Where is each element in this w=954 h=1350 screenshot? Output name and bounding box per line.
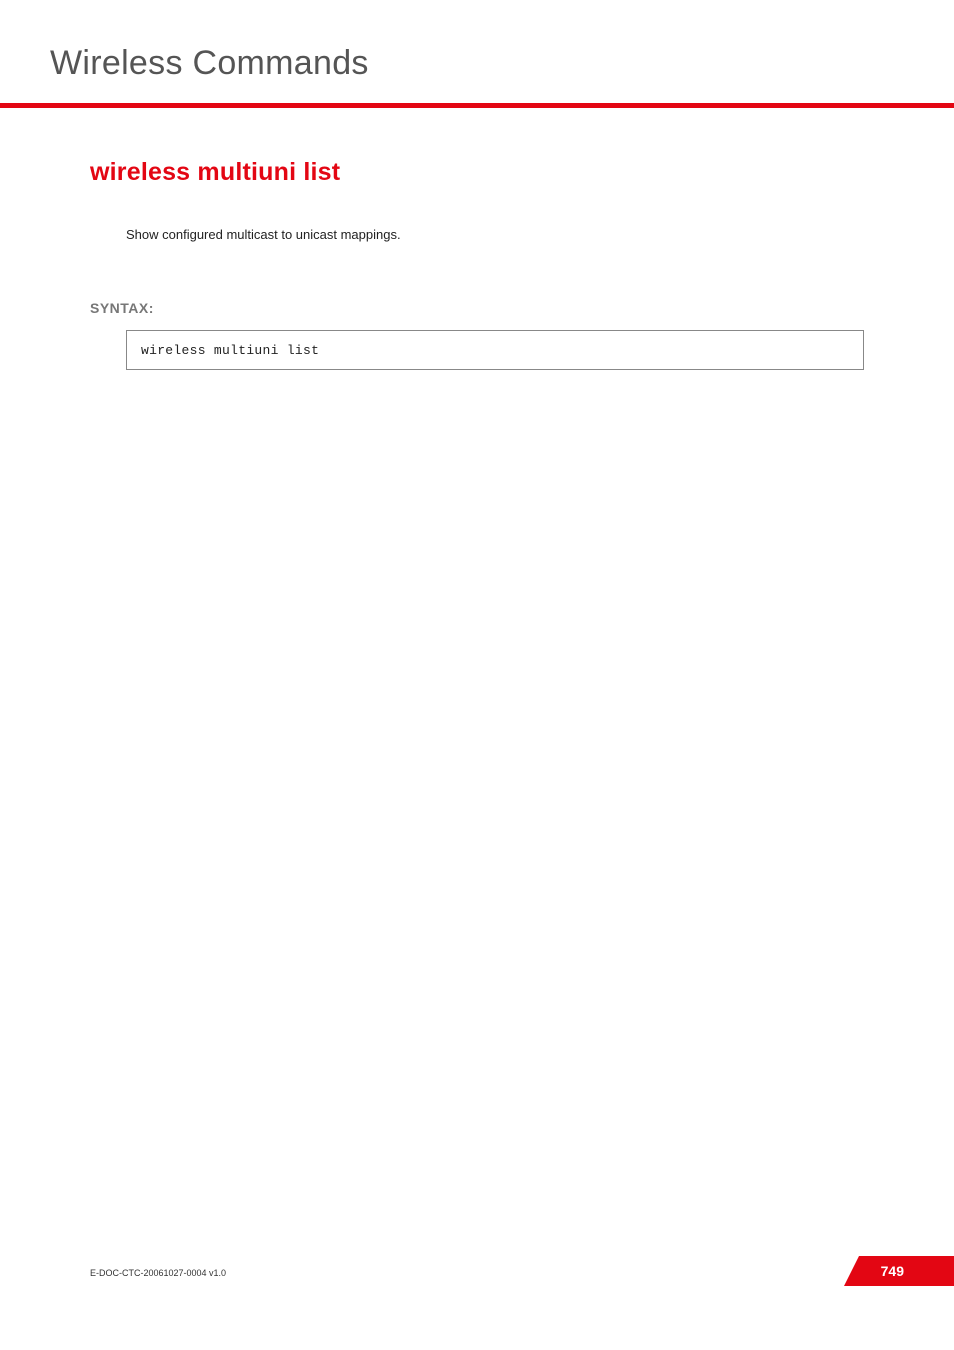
footer-page-number: 749 bbox=[881, 1263, 904, 1279]
content-area: wireless multiuni list Show configured m… bbox=[0, 108, 954, 370]
footer-page-block: 749 bbox=[859, 1256, 954, 1286]
syntax-label: SYNTAX: bbox=[90, 300, 864, 316]
description-text: Show configured multicast to unicast map… bbox=[90, 227, 864, 242]
syntax-box: wireless multiuni list bbox=[126, 330, 864, 370]
page-title: Wireless Commands bbox=[0, 0, 954, 83]
syntax-code: wireless multiuni list bbox=[141, 343, 319, 358]
section-heading: wireless multiuni list bbox=[90, 158, 864, 187]
footer-doc-id: E-DOC-CTC-20061027-0004 v1.0 bbox=[90, 1268, 226, 1278]
footer: E-DOC-CTC-20061027-0004 v1.0 749 bbox=[0, 1256, 954, 1286]
